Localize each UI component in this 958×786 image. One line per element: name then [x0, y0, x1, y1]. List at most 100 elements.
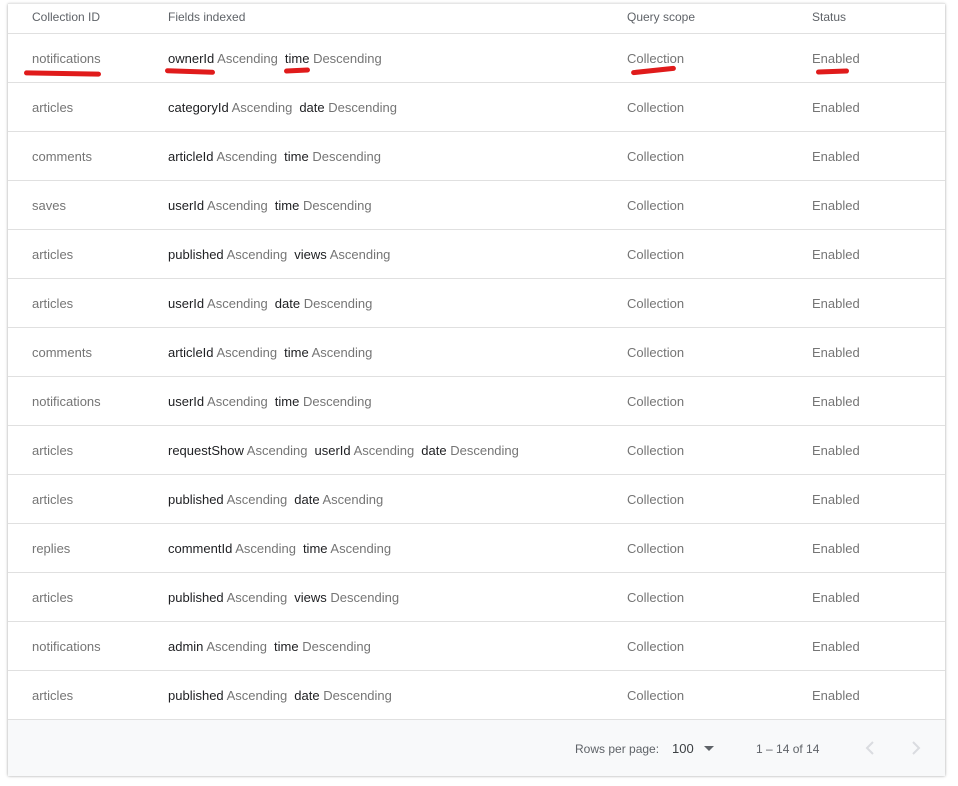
indexed-field: userId Ascending: [168, 394, 268, 409]
query-scope-cell: Collection: [627, 394, 685, 409]
field-name: time: [274, 198, 300, 213]
fields-indexed-cell: categoryId Ascending date Descending: [168, 100, 404, 115]
next-page-button[interactable]: [904, 736, 928, 760]
indexed-field: published Ascending: [168, 247, 287, 262]
table-row[interactable]: notifications ownerId Ascending time Desce…: [8, 34, 945, 83]
indexed-field: articleId Ascending: [168, 345, 277, 360]
header-collection-id[interactable]: Collection ID: [32, 10, 100, 24]
indexed-field: time Descending: [274, 639, 371, 654]
table-header: Collection ID Fields indexed Query scope…: [8, 4, 945, 34]
field-name: articleId: [168, 149, 214, 164]
status-cell: Enabled: [812, 345, 860, 360]
table-row[interactable]: replies commentId Ascending time Ascending…: [8, 524, 945, 573]
table-row[interactable]: articles published Ascending views Ascendi…: [8, 230, 945, 279]
header-status[interactable]: Status: [812, 10, 846, 24]
table-row[interactable]: articles published Ascending views Descend…: [8, 573, 945, 622]
field-name: published: [168, 492, 224, 507]
fields-indexed-cell: userId Ascending time Descending: [168, 394, 379, 409]
field-name: time: [284, 149, 309, 164]
status-cell: Enabled: [812, 149, 860, 164]
field-order: Descending: [328, 100, 397, 115]
field-name: published: [168, 247, 224, 262]
field-order: Descending: [302, 394, 372, 409]
indexed-field: articleId Ascending: [168, 149, 277, 164]
indexed-field: published Ascending: [168, 688, 287, 703]
table-row[interactable]: articles categoryId Ascending date Descend…: [8, 83, 945, 132]
table-row[interactable]: articles published Ascending date Ascendin…: [8, 475, 945, 524]
field-order: Ascending: [330, 541, 392, 556]
field-name: published: [168, 688, 224, 703]
fields-indexed-cell: commentId Ascending time Ascending: [168, 541, 398, 556]
field-name: commentId: [168, 541, 233, 556]
field-order: Ascending: [216, 345, 278, 360]
table-row[interactable]: articles userId Ascending date Descending C…: [8, 279, 945, 328]
previous-page-button[interactable]: [858, 736, 882, 760]
collection-id-cell: replies: [32, 541, 71, 556]
indexed-field: date Descending: [294, 688, 392, 703]
query-scope-cell: Collection: [627, 296, 685, 311]
indexed-field: commentId Ascending: [168, 541, 296, 556]
fields-indexed-cell: published Ascending views Descending: [168, 590, 406, 605]
field-name: views: [294, 590, 327, 605]
collection-id-cell: notifications: [32, 639, 101, 654]
indexed-field: views Ascending: [294, 247, 390, 262]
arrow-drop-down-icon[interactable]: [704, 746, 714, 751]
table-row[interactable]: comments articleId Ascending time Ascendin…: [8, 328, 945, 377]
status-cell: Enabled: [812, 198, 860, 213]
indexed-field: date Descending: [421, 443, 519, 458]
pagination-range: 1 – 14 of 14: [756, 742, 820, 756]
field-name: articleId: [168, 345, 214, 360]
fields-indexed-cell: admin Ascending time Descending: [168, 639, 378, 654]
query-scope-cell: Collection: [627, 688, 685, 703]
collection-id-cell: articles: [32, 590, 74, 605]
collection-id-cell: articles: [32, 492, 74, 507]
table-row[interactable]: comments articleId Ascending time Descendi…: [8, 132, 945, 181]
field-name: requestShow: [168, 443, 244, 458]
field-order: Descending: [302, 198, 372, 213]
table-row[interactable]: notifications userId Ascending time Descen…: [8, 377, 945, 426]
table-body: notifications ownerId Ascending time Desce…: [8, 34, 945, 720]
table-row[interactable]: articles published Ascending date Descendi…: [8, 671, 945, 720]
chevron-left-icon: [865, 741, 874, 755]
field-order: Ascending: [322, 492, 384, 507]
field-name: date: [294, 688, 320, 703]
indexed-field: userId Ascending: [315, 443, 415, 458]
indexed-field: ownerId Ascending: [168, 51, 278, 66]
field-order: Descending: [303, 296, 373, 311]
collection-id-cell: articles: [32, 247, 74, 262]
field-order: Ascending: [226, 492, 288, 507]
status-cell: Enabled: [812, 51, 860, 66]
collection-id-cell: notifications: [32, 51, 101, 66]
collection-id-cell: articles: [32, 443, 74, 458]
query-scope-cell: Collection: [627, 443, 685, 458]
field-name: ownerId: [168, 51, 215, 66]
indexed-field: time Ascending: [303, 541, 391, 556]
header-query-scope[interactable]: Query scope: [627, 10, 695, 24]
field-name: time: [274, 639, 299, 654]
fields-indexed-cell: ownerId Ascending time Descending: [168, 51, 389, 66]
indexed-field: date Descending: [275, 296, 373, 311]
table-row[interactable]: articles requestShow Ascending userId Asce…: [8, 426, 945, 475]
indexed-field: userId Ascending: [168, 198, 268, 213]
indexed-field: time Descending: [284, 149, 381, 164]
indexed-field: admin Ascending: [168, 639, 267, 654]
rows-per-page-select[interactable]: 100: [672, 740, 722, 758]
indexed-field: time Ascending: [284, 345, 372, 360]
field-order: Descending: [330, 590, 400, 605]
field-name: date: [421, 443, 447, 458]
rows-per-page-value[interactable]: 100: [672, 741, 694, 756]
indexed-field: date Ascending: [294, 492, 383, 507]
collection-id-cell: articles: [32, 100, 74, 115]
field-name: views: [294, 247, 327, 262]
chevron-right-icon: [912, 741, 921, 755]
table-row[interactable]: notifications admin Ascending time Descend…: [8, 622, 945, 671]
field-name: time: [284, 51, 310, 66]
field-order: Ascending: [231, 100, 293, 115]
collection-id-cell: saves: [32, 198, 66, 213]
field-name: categoryId: [168, 100, 229, 115]
table-row[interactable]: saves userId Ascending time Descending Coll…: [8, 181, 945, 230]
indexed-field: published Ascending: [168, 492, 287, 507]
indexes-table-card: Collection ID Fields indexed Query scope…: [8, 3, 945, 776]
fields-indexed-cell: userId Ascending date Descending: [168, 296, 379, 311]
collection-id-cell: notifications: [32, 394, 101, 409]
